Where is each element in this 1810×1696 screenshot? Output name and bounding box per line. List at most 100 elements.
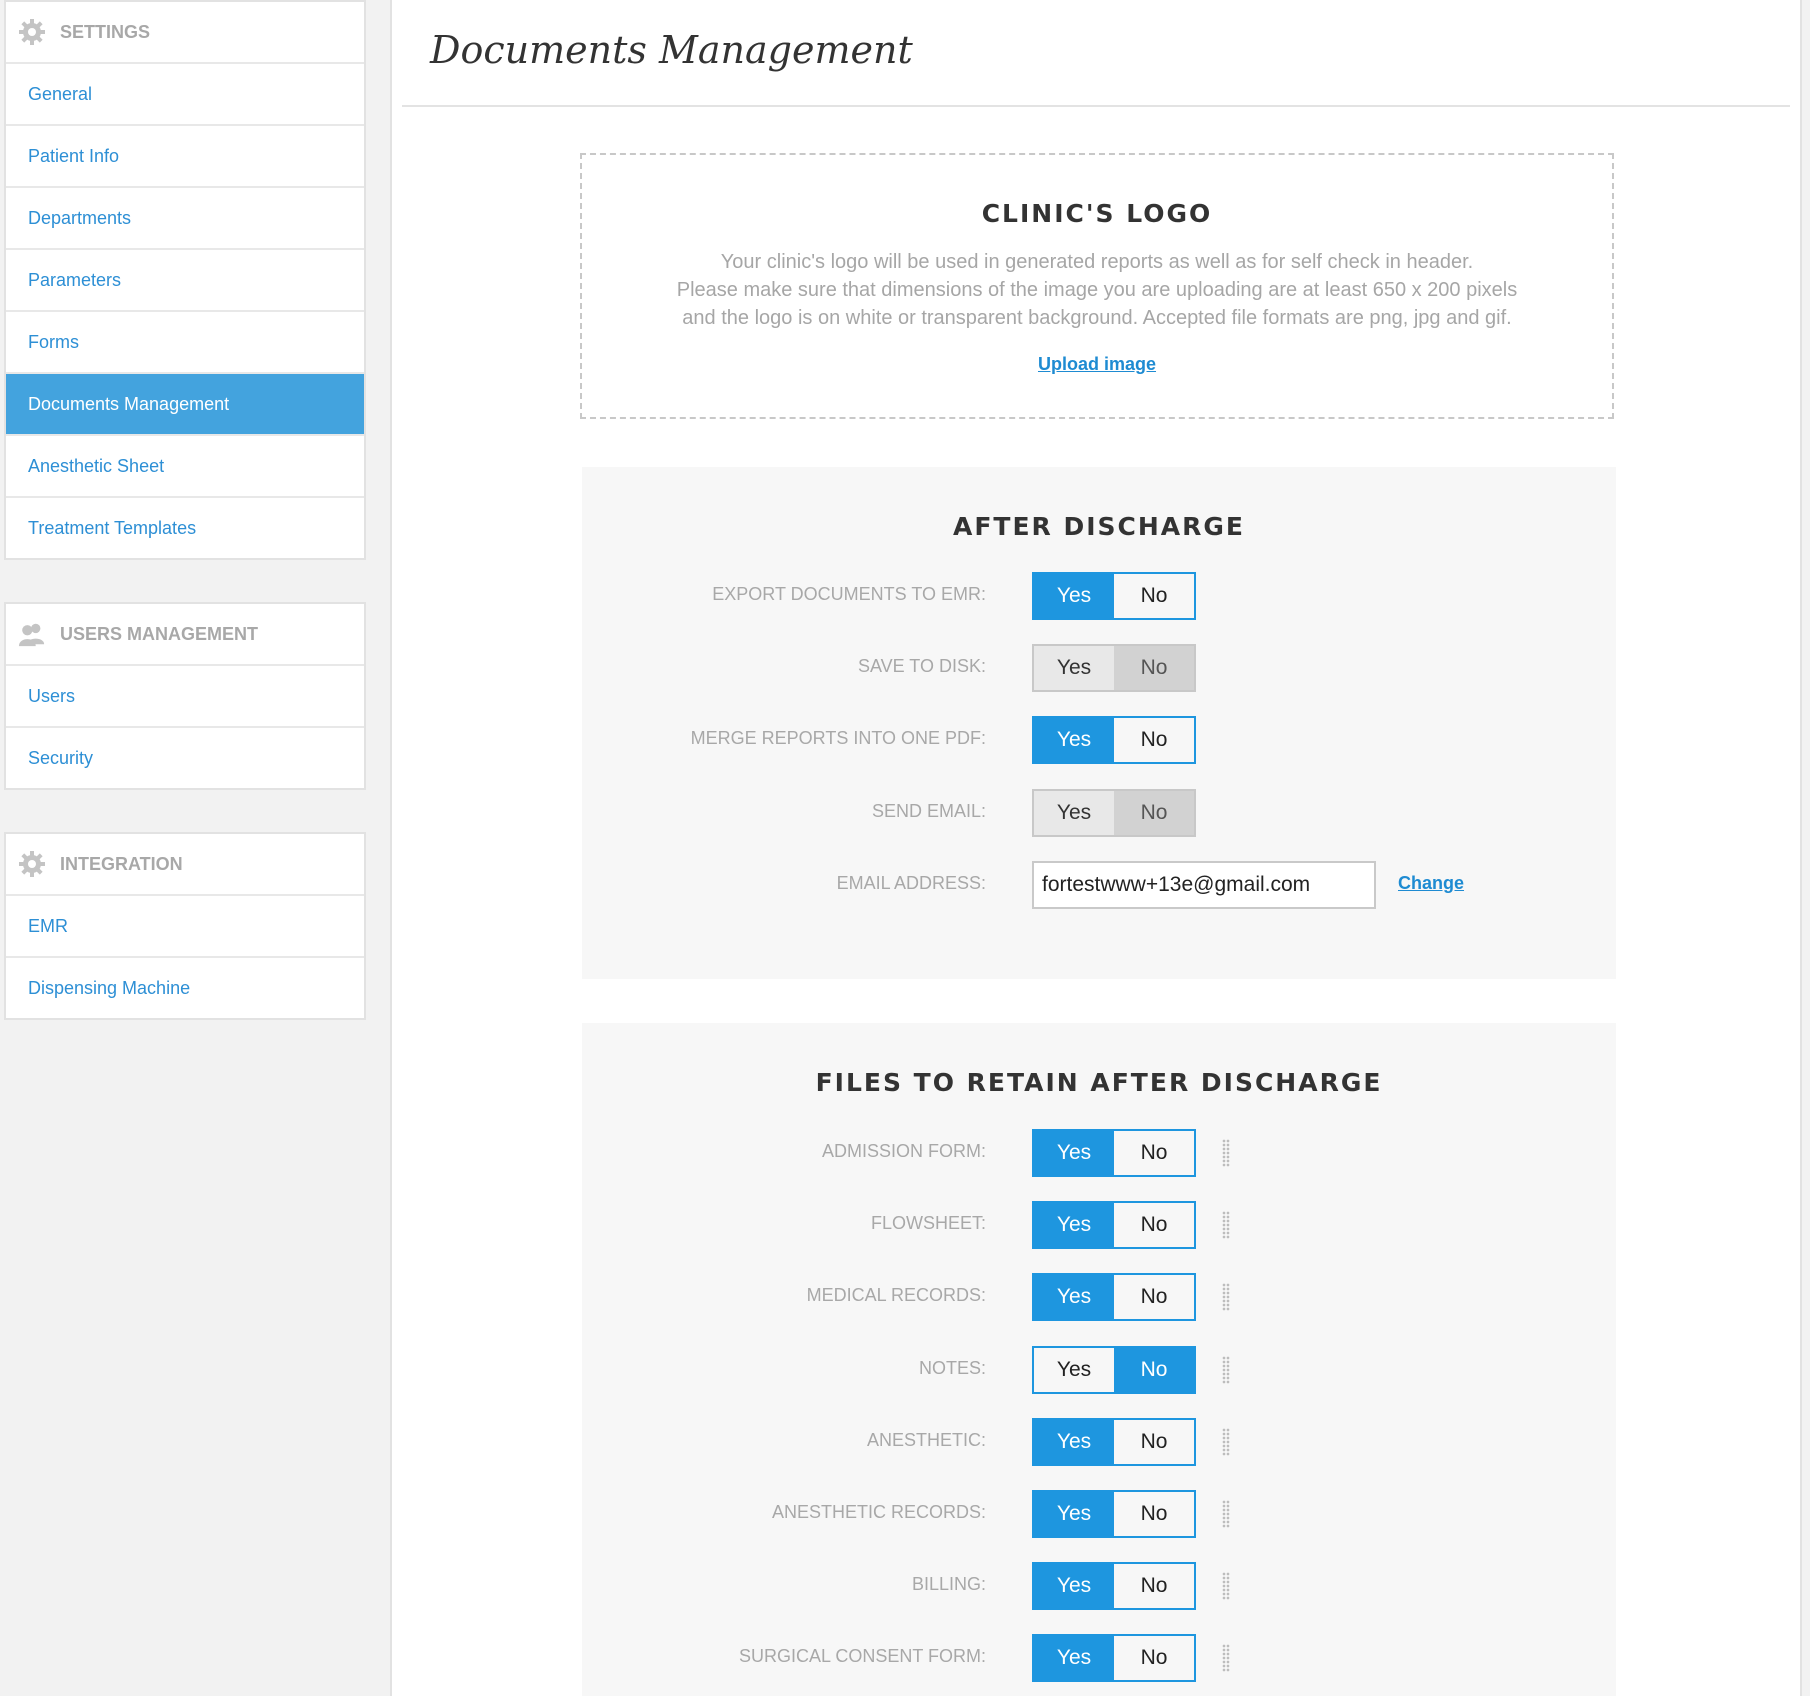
files-to-retain-title: FILES TO RETAIN AFTER DISCHARGE: [815, 1068, 1383, 1097]
drag-handle-icon[interactable]: [1222, 1139, 1230, 1167]
clinic-logo-dropzone[interactable]: CLINIC'S LOGO Your clinic's logo will be…: [580, 153, 1614, 419]
retain-row: SURGICAL CONSENT FORM: Yes No: [582, 1634, 1616, 1682]
send-email-row: SEND EMAIL: Yes No: [582, 789, 1616, 837]
sidebar-item-treatment-templates[interactable]: Treatment Templates: [6, 498, 364, 558]
retain-label: ANESTHETIC RECORDS:: [771, 1502, 986, 1522]
logo-desc-line3: and the logo is on white or transparent …: [682, 307, 1512, 329]
save-disk-row: SAVE TO DISK: Yes No: [582, 644, 1616, 692]
anesthetic-toggle[interactable]: Yes No: [1032, 1418, 1196, 1466]
toggle-yes[interactable]: Yes: [1034, 791, 1114, 835]
flowsheet-toggle[interactable]: Yes No: [1032, 1201, 1196, 1249]
toggle-yes[interactable]: Yes: [1034, 1420, 1114, 1464]
retain-label: NOTES:: [918, 1358, 986, 1378]
users-group: USERS MANAGEMENT Users Security: [4, 602, 366, 790]
page-title: Documents Management: [430, 28, 913, 72]
after-discharge-title: AFTER DISCHARGE: [952, 512, 1246, 541]
toggle-no[interactable]: No: [1114, 1131, 1194, 1175]
retain-row: FLOWSHEET: Yes No: [582, 1201, 1616, 1249]
retain-label: ADMISSION FORM:: [821, 1141, 986, 1161]
toggle-no[interactable]: No: [1114, 1348, 1194, 1392]
drag-handle-icon[interactable]: [1222, 1428, 1230, 1456]
files-to-retain-panel: FILES TO RETAIN AFTER DISCHARGE ADMISSIO…: [582, 1023, 1616, 1696]
toggle-yes[interactable]: Yes: [1034, 1564, 1114, 1608]
gear-icon: [18, 18, 46, 46]
notes-toggle[interactable]: Yes No: [1032, 1346, 1196, 1394]
toggle-no[interactable]: No: [1114, 574, 1194, 618]
users-header-label: USERS MANAGEMENT: [60, 623, 259, 644]
sidebar-item-general[interactable]: General: [6, 64, 364, 126]
drag-handle-icon[interactable]: [1222, 1356, 1230, 1384]
save-disk-toggle[interactable]: Yes No: [1032, 644, 1196, 692]
send-email-label: SEND EMAIL:: [871, 801, 986, 821]
save-disk-label: SAVE TO DISK:: [857, 656, 986, 676]
retain-row: ANESTHETIC: Yes No: [582, 1418, 1616, 1466]
toggle-yes[interactable]: Yes: [1034, 718, 1114, 762]
integration-header: INTEGRATION: [6, 834, 364, 896]
merge-pdf-label: MERGE REPORTS INTO ONE PDF:: [690, 728, 986, 748]
main-content: Documents Management CLINIC'S LOGO Your …: [390, 0, 1802, 1696]
merge-pdf-toggle[interactable]: Yes No: [1032, 716, 1196, 764]
users-icon: [18, 620, 46, 648]
toggle-no[interactable]: No: [1114, 1492, 1194, 1536]
retain-row: NOTES: Yes No: [582, 1346, 1616, 1394]
toggle-yes[interactable]: Yes: [1034, 1131, 1114, 1175]
toggle-no[interactable]: No: [1114, 1420, 1194, 1464]
drag-handle-icon[interactable]: [1222, 1644, 1230, 1672]
billing-toggle[interactable]: Yes No: [1032, 1562, 1196, 1610]
users-header: USERS MANAGEMENT: [6, 604, 364, 666]
drag-handle-icon[interactable]: [1222, 1572, 1230, 1600]
toggle-no[interactable]: No: [1114, 646, 1194, 690]
toggle-no[interactable]: No: [1114, 1203, 1194, 1247]
anesthetic-records-toggle[interactable]: Yes No: [1032, 1490, 1196, 1538]
email-address-label: EMAIL ADDRESS:: [836, 873, 986, 893]
export-emr-toggle[interactable]: Yes No: [1032, 572, 1196, 620]
settings-group: SETTINGS General Patient Info Department…: [4, 0, 366, 560]
settings-header: SETTINGS: [6, 2, 364, 64]
logo-desc-line2: Please make sure that dimensions of the …: [676, 279, 1518, 301]
sidebar-item-emr[interactable]: EMR: [6, 896, 364, 958]
sidebar-item-users[interactable]: Users: [6, 666, 364, 728]
sidebar-item-patient-info[interactable]: Patient Info: [6, 126, 364, 188]
sidebar-item-dispensing-machine[interactable]: Dispensing Machine: [6, 958, 364, 1018]
sidebar: SETTINGS General Patient Info Department…: [4, 0, 366, 1062]
surgical-consent-toggle[interactable]: Yes No: [1032, 1634, 1196, 1682]
toggle-no[interactable]: No: [1114, 1564, 1194, 1608]
export-emr-row: EXPORT DOCUMENTS TO EMR: Yes No: [582, 572, 1616, 620]
toggle-yes[interactable]: Yes: [1034, 1275, 1114, 1319]
sidebar-item-forms[interactable]: Forms: [6, 312, 364, 374]
drag-handle-icon[interactable]: [1222, 1211, 1230, 1239]
toggle-no[interactable]: No: [1114, 791, 1194, 835]
sidebar-item-departments[interactable]: Departments: [6, 188, 364, 250]
title-divider: [402, 105, 1790, 107]
toggle-yes[interactable]: Yes: [1034, 1492, 1114, 1536]
retain-label: BILLING:: [911, 1574, 986, 1594]
email-address-row: EMAIL ADDRESS: Change: [582, 861, 1616, 909]
retain-label: MEDICAL RECORDS:: [806, 1285, 986, 1305]
retain-row: MEDICAL RECORDS: Yes No: [582, 1273, 1616, 1321]
merge-pdf-row: MERGE REPORTS INTO ONE PDF: Yes No: [582, 716, 1616, 764]
send-email-toggle[interactable]: Yes No: [1032, 789, 1196, 837]
toggle-no[interactable]: No: [1114, 1636, 1194, 1680]
upload-image-link[interactable]: Upload image: [1038, 354, 1156, 375]
medical-records-toggle[interactable]: Yes No: [1032, 1273, 1196, 1321]
toggle-no[interactable]: No: [1114, 1275, 1194, 1319]
sidebar-item-anesthetic-sheet[interactable]: Anesthetic Sheet: [6, 436, 364, 498]
export-emr-label: EXPORT DOCUMENTS TO EMR:: [712, 584, 986, 604]
sidebar-item-parameters[interactable]: Parameters: [6, 250, 364, 312]
sidebar-item-documents-management[interactable]: Documents Management: [6, 374, 364, 436]
integration-header-label: INTEGRATION: [60, 853, 183, 874]
drag-handle-icon[interactable]: [1222, 1500, 1230, 1528]
admission-form-toggle[interactable]: Yes No: [1032, 1129, 1196, 1177]
email-address-input[interactable]: [1032, 861, 1376, 909]
drag-handle-icon[interactable]: [1222, 1283, 1230, 1311]
toggle-yes[interactable]: Yes: [1034, 574, 1114, 618]
toggle-yes[interactable]: Yes: [1034, 1636, 1114, 1680]
retain-label: SURGICAL CONSENT FORM:: [738, 1646, 986, 1666]
sidebar-item-security[interactable]: Security: [6, 728, 364, 788]
toggle-yes[interactable]: Yes: [1034, 1203, 1114, 1247]
change-email-link[interactable]: Change: [1398, 873, 1464, 894]
toggle-yes[interactable]: Yes: [1034, 646, 1114, 690]
toggle-yes[interactable]: Yes: [1034, 1348, 1114, 1392]
gear-icon: [18, 850, 46, 878]
toggle-no[interactable]: No: [1114, 718, 1194, 762]
